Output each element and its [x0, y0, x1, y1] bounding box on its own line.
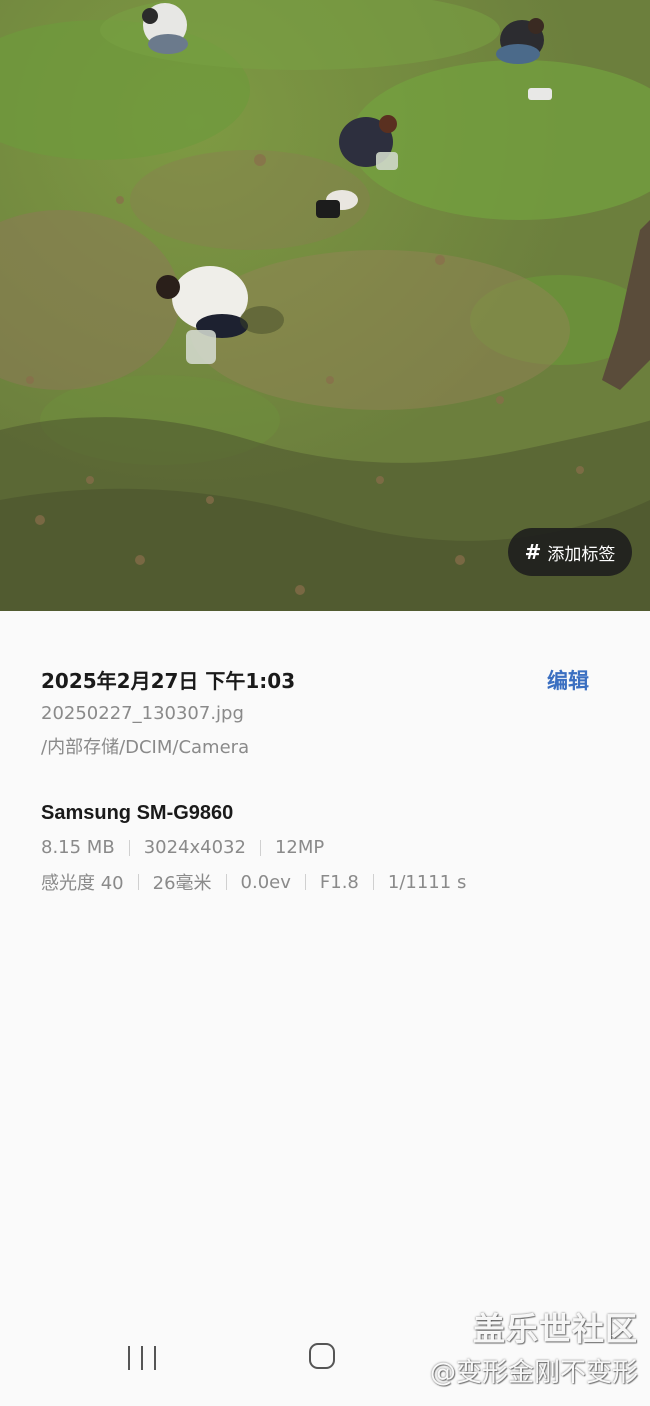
- divider: [128, 839, 130, 856]
- recents-icon[interactable]: [128, 1344, 156, 1372]
- add-tag-label: 添加标签: [547, 544, 616, 565]
- file-path: /内部存储/DCIM/Camera: [41, 737, 250, 758]
- details-panel: 2025年2月27日 下午1:03 编辑 20250227_130307.jpg…: [0, 611, 650, 1406]
- exposure-compensation: 0.0ev: [240, 871, 291, 893]
- file-specs-row: 8.15 MB 3024x4032 12MP: [41, 837, 324, 858]
- divider: [304, 874, 306, 890]
- file-name: 20250227_130307.jpg: [41, 703, 244, 724]
- divider: [225, 874, 227, 890]
- focal-length: 26毫米: [152, 873, 212, 894]
- divider: [137, 874, 139, 890]
- camera-model: Samsung SM-G9860: [41, 802, 234, 824]
- divider: [372, 874, 374, 890]
- photo-datetime: 2025年2月27日 下午1:03: [41, 669, 296, 693]
- photo-viewer[interactable]: # 添加标签: [0, 0, 650, 611]
- home-icon[interactable]: [309, 1343, 335, 1369]
- hash-icon: #: [524, 540, 542, 564]
- photo-image: [0, 0, 650, 611]
- edit-button[interactable]: 编辑: [547, 665, 589, 695]
- exposure-specs-row: 感光度 40 26毫米 0.0ev F1.8 1/1111 s: [41, 869, 466, 895]
- add-tag-button[interactable]: # 添加标签: [508, 528, 632, 576]
- shutter-speed: 1/1111 s: [387, 871, 467, 893]
- resolution: 3024x4032: [143, 837, 246, 858]
- divider: [259, 839, 261, 856]
- iso-value: 感光度 40: [41, 873, 124, 894]
- megapixels: 12MP: [274, 837, 325, 858]
- navigation-bar: [0, 1326, 650, 1406]
- aperture: F1.8: [319, 871, 359, 893]
- file-size: 8.15 MB: [41, 837, 115, 858]
